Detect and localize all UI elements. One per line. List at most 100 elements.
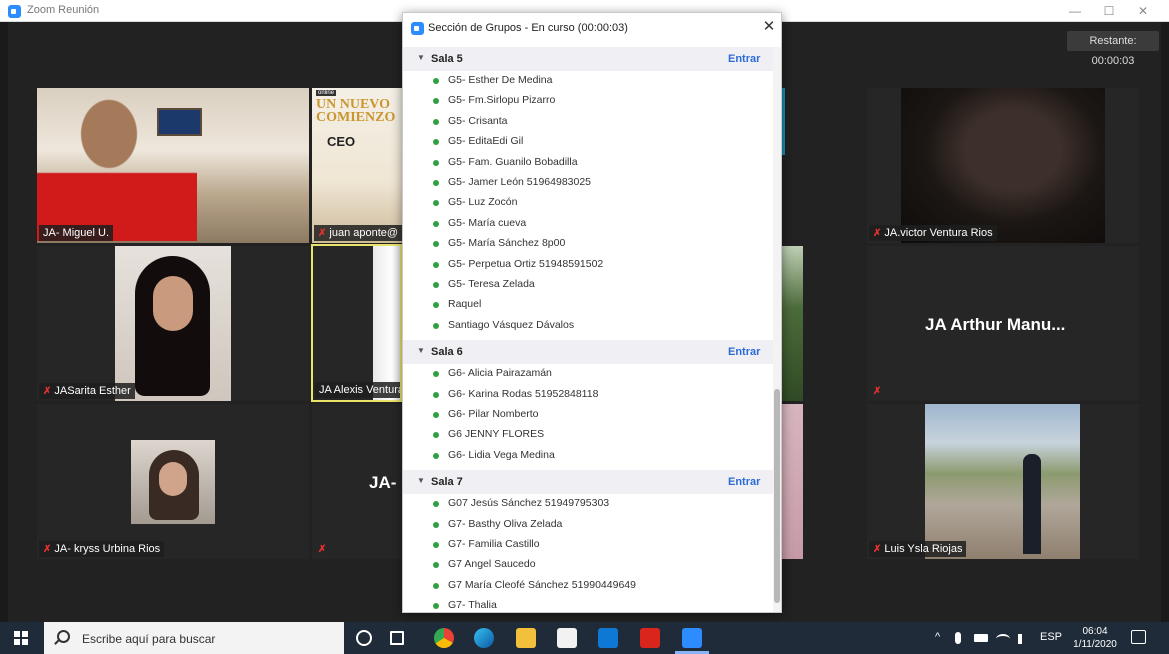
member-name: G7- Familia Castillo: [448, 538, 540, 550]
volume-icon[interactable]: [1018, 634, 1030, 644]
room-member: G5- María cueva: [403, 214, 773, 234]
remaining-time-badge: Restante: 00:00:03: [1067, 31, 1159, 67]
clock-date: 1/11/2020: [1073, 639, 1117, 650]
status-dot-icon: [433, 452, 439, 459]
collapse-caret-icon[interactable]: ▼: [417, 53, 425, 62]
video-tile-partial: [782, 246, 803, 401]
status-dot-icon: [433, 159, 439, 166]
video-tile-victor[interactable]: ✗ JA.victor Ventura Rios: [867, 88, 1139, 243]
mic-muted-icon: ✗: [318, 228, 327, 239]
join-room-button[interactable]: Entrar: [728, 53, 760, 65]
notifications-icon[interactable]: [1131, 630, 1146, 644]
zoom-app-icon: [411, 22, 424, 35]
participant-name: juan aponte@: [329, 227, 399, 239]
participant-video-image: [115, 246, 231, 401]
status-dot-icon: [433, 322, 439, 329]
maximize-button[interactable]: ☐: [1094, 2, 1124, 20]
scrollbar-thumb[interactable]: [774, 389, 780, 603]
room-name: Sala 5: [431, 53, 463, 65]
zoom-taskbar-icon[interactable]: [682, 628, 702, 648]
member-name: G6- Lidia Vega Medina: [448, 448, 555, 461]
mic-muted-icon: ✗: [43, 544, 52, 555]
participant-name-display: JA Arthur Manu...: [925, 315, 1066, 334]
video-tile-alexis-active-speaker[interactable]: JA Alexis Ventura: [311, 244, 402, 402]
room-member: G5- Jamer León 51964983025: [403, 173, 773, 193]
minimize-button[interactable]: —: [1060, 2, 1090, 20]
status-dot-icon: [433, 562, 439, 569]
participant-video-image: [37, 88, 197, 241]
video-tile-arthur[interactable]: JA Arthur Manu... ✗: [867, 246, 1139, 401]
file-explorer-icon[interactable]: [516, 628, 536, 648]
flyer-image: online UN NUEVO COMIENZO CEO: [312, 88, 402, 243]
room-member: G5- María Sánchez 8p00: [403, 234, 773, 254]
video-tile-partial: [782, 404, 803, 559]
close-window-button[interactable]: ✕: [1128, 2, 1158, 20]
video-tile-miguel[interactable]: JA- Miguel U.: [37, 88, 309, 243]
join-room-button[interactable]: Entrar: [728, 346, 760, 358]
breakout-room-list[interactable]: ▼ Sala 5 Entrar G5- Esther De Medina G5- Fm.…: [403, 47, 773, 612]
show-hidden-icons-icon[interactable]: ^: [935, 631, 940, 643]
microphone-icon[interactable]: [955, 632, 961, 644]
dialog-title: Sección de Grupos - En curso (00:00:03): [428, 22, 628, 34]
member-name: G7- Basthy Oliva Zelada: [448, 517, 563, 530]
network-icon[interactable]: [974, 634, 988, 642]
language-indicator[interactable]: ESP: [1040, 631, 1062, 643]
microsoft-store-icon[interactable]: [557, 628, 577, 648]
mic-muted-icon: ✗: [318, 544, 327, 555]
room-header[interactable]: ▼ Sala 6 Entrar: [403, 340, 773, 365]
participant-name-label: JA- Miguel U.: [39, 225, 114, 241]
room-member: G7 Angel Saucedo: [403, 555, 773, 575]
room-member: G5- Esther De Medina: [403, 71, 773, 91]
clock-time: 06:04: [1082, 626, 1108, 637]
video-tile-sarita[interactable]: ✗ JASarita Esther: [37, 246, 309, 401]
room-header[interactable]: ▼ Sala 5 Entrar: [403, 47, 773, 71]
search-placeholder: Escribe aquí para buscar: [82, 632, 216, 646]
status-dot-icon: [433, 391, 439, 398]
cortana-icon[interactable]: [356, 630, 372, 646]
task-view-icon[interactable]: [390, 631, 404, 645]
taskbar-search-box[interactable]: Escribe aquí para buscar: [44, 622, 344, 654]
room-member: G6- Pilar Nomberto: [403, 405, 773, 425]
room-member: G6- Alicia Pairazamán: [403, 364, 773, 384]
windows-start-icon[interactable]: [14, 631, 28, 645]
video-tile-luis[interactable]: ✗ Luis Ysla Riojas: [867, 404, 1139, 559]
join-room-button[interactable]: Entrar: [728, 476, 760, 488]
participant-video-image: [373, 246, 400, 400]
status-dot-icon: [433, 98, 439, 105]
room-name: Sala 7: [431, 476, 463, 489]
room-member: Raquel: [403, 295, 773, 315]
mail-icon[interactable]: [598, 628, 618, 648]
collapse-caret-icon[interactable]: ▼: [417, 476, 425, 485]
room-member: G7- Basthy Oliva Zelada: [403, 515, 773, 535]
acrobat-reader-icon[interactable]: [640, 628, 660, 648]
status-dot-icon: [433, 139, 439, 146]
member-name: G5- Jamer León 51964983025: [448, 176, 592, 188]
close-dialog-button[interactable]: ✕: [760, 18, 778, 36]
status-dot-icon: [433, 371, 439, 378]
room-member: G5- Crisanta: [403, 112, 773, 132]
participant-name-label: ✗: [314, 541, 333, 557]
member-name: G7 María Cleofé Sánchez 51990449649: [448, 578, 636, 591]
participant-name: JA- kryss Urbina Rios: [54, 543, 161, 555]
participant-video-image: [925, 404, 1080, 559]
room-member: G6 JENNY FLORES: [403, 425, 773, 445]
room-member: G7- Thalia: [403, 596, 773, 612]
member-name: Santiago Vásquez Dávalos: [448, 318, 575, 331]
member-name: G5- Crisanta: [448, 114, 508, 127]
room-member: Santiago Vásquez Dávalos: [403, 316, 773, 336]
member-name: G7 Angel Saucedo: [448, 558, 536, 571]
edge-icon[interactable]: [474, 628, 494, 648]
collapse-caret-icon[interactable]: ▼: [417, 346, 425, 355]
room-member: G5- EditaEdi Gil: [403, 132, 773, 152]
room-list-scrollbar[interactable]: [773, 47, 781, 612]
room-member: G5- Perpetua Ortiz 51948591502: [403, 255, 773, 275]
video-tile-juan[interactable]: online UN NUEVO COMIENZO CEO ✗ juan apont…: [312, 88, 402, 243]
video-tile-ja[interactable]: JA- ✗: [312, 404, 402, 559]
system-clock[interactable]: 06:04 1/11/2020: [1070, 625, 1120, 651]
video-tile-kryss[interactable]: ✗ JA- kryss Urbina Rios: [37, 404, 309, 559]
room-header[interactable]: ▼ Sala 7 Entrar: [403, 470, 773, 495]
wifi-icon[interactable]: [996, 634, 1010, 644]
flyer-banner: online: [316, 90, 337, 96]
chrome-icon[interactable]: [434, 628, 454, 648]
member-name: G5- Luz Zocón: [448, 196, 518, 209]
